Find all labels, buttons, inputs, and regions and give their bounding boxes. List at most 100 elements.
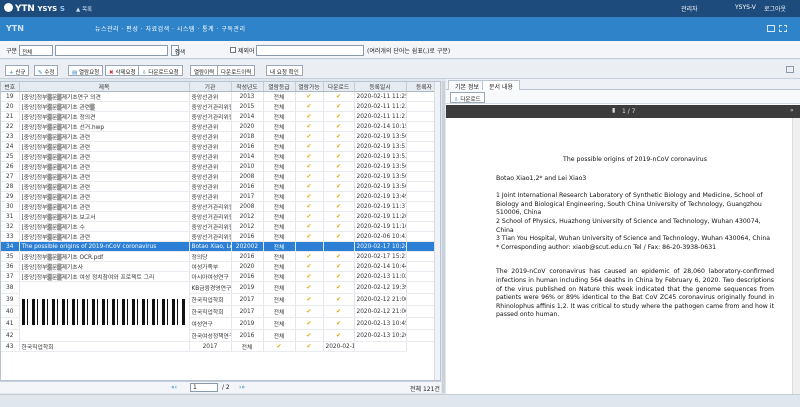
cell-year: 2019 — [231, 317, 264, 330]
download-history-button[interactable]: 다운로드이력 — [217, 65, 256, 76]
cell-dl: ✔ — [323, 231, 355, 242]
table-row[interactable]: 35 [중앙]정부▒문▒제기초 OCR.pdf 정의당 2016 전체 ✔ ✔ 2020-02… — [1, 251, 440, 262]
detail-tabs: 기본 정보 문서 내용 — [446, 79, 800, 91]
logout-button[interactable]: 로그아웃 — [764, 4, 786, 13]
user-button[interactable]: YSYS-V — [735, 4, 756, 11]
table-row[interactable]: 43한국직업학회2017전체 ✔ ✔ 2020-02-11 19:09:31 — [1, 341, 440, 352]
table-row[interactable]: 19 [중앙]정부▒문▒제기초연구 의견 중앙선관위 2013 전체 ✔ ✔ 2020-02-… — [1, 91, 440, 102]
cell-view: ✔ — [295, 131, 324, 142]
exclude-checkbox[interactable] — [230, 47, 236, 53]
table-row[interactable]: 20 [중앙]정부▒문▒제기초 관련▒ 중앙선거관리위원 2015 전체 ✔ ✔ 2020-0… — [1, 101, 440, 112]
tab-document-content[interactable]: 문서 내용 — [482, 80, 520, 91]
cell-view: ✔ — [295, 161, 324, 172]
column-header[interactable]: 등록일시 — [354, 82, 407, 92]
cell-year: 2014 — [231, 111, 264, 122]
cell-no: 30 — [1, 201, 20, 212]
check-icon: ✔ — [306, 143, 312, 150]
window-icon[interactable] — [767, 25, 775, 32]
panel-splitter[interactable] — [442, 81, 445, 393]
cell-view: ✔ — [295, 261, 324, 272]
grid-scrollbar[interactable] — [434, 82, 440, 380]
tab-basic-info[interactable]: 기본 정보 — [448, 80, 486, 91]
logo[interactable]: YTN YSYS S — [4, 3, 65, 14]
doc-title: The possible origins of 2019-nCoV corona… — [563, 156, 707, 163]
table-row[interactable]: 38KB금융경영연구소2019전체✔✔2020-02-12 19:39:42 — [1, 281, 440, 342]
cell-year: 2016 — [231, 251, 264, 262]
column-header[interactable]: 번호 — [1, 82, 20, 92]
cell-dl: ✔ — [323, 201, 355, 212]
cell-grade: 전체 — [263, 231, 296, 242]
nav-menu[interactable]: 뉴스관리 · 편성 · 자료검색 · 시스템 · 통계 · 구독관리 — [95, 24, 246, 33]
cell-no: 43 — [1, 341, 20, 352]
edit-button[interactable]: ✎ 수정 — [34, 65, 59, 76]
table-row[interactable]: 29 [중앙]정부▒문▒제기초 관련 중앙선관위 2017 전체 ✔ ✔ 2020-02-19… — [1, 191, 440, 202]
cell-dl: ✔ — [323, 171, 355, 182]
cell-no: 35 — [1, 251, 20, 262]
table-row[interactable]: 23 [중앙]정부▒문▒제기초 관련 중앙선관위 2018 전체 ✔ ✔ 2020-02-19… — [1, 131, 440, 142]
cell-org: 중앙선관위 — [189, 141, 232, 152]
column-header[interactable]: 작성년도 — [231, 82, 264, 92]
search-button[interactable]: ⌕ 검색 — [171, 45, 185, 56]
cell-title: [중앙]정부▒문▒제기초 관련▒ — [19, 101, 190, 112]
type-label: 구분 — [6, 48, 18, 55]
next-page-icon[interactable]: ›» — [239, 384, 245, 391]
pdf-scrollbar[interactable] — [792, 118, 800, 394]
table-row[interactable]: 24 [중앙]정부▒문▒제기초 관련 중앙선관위 2016 전체 ✔ ✔ 2020-02-19… — [1, 141, 440, 152]
table-row[interactable]: 36 [중앙]정부▒문▒제기초사 여성가족부 2020 전체 ✔ ✔ 2020-02-14 1… — [1, 261, 440, 272]
cell-no: 40 — [1, 305, 20, 318]
column-header[interactable]: 기관 — [189, 82, 232, 92]
table-row[interactable]: 21 [중앙]정부▒문▒제기초 정의견 중앙선거관리위원 2014 전체 ✔ ✔ 2020-0… — [1, 111, 440, 122]
cell-title: [중앙]정부▒문▒제기초 정의견 — [19, 111, 190, 122]
prev-page-icon[interactable]: «‹ — [171, 384, 177, 391]
cell-no: 21 — [1, 111, 20, 122]
table-row[interactable]: 25 [중앙]정부▒문▒제기초 관련 중앙선관위 2014 전체 ✔ ✔ 2020-02-19… — [1, 151, 440, 162]
detail-download-button[interactable]: ⇩ 다운로드 — [450, 92, 485, 103]
column-header[interactable]: 열람등급 — [263, 82, 296, 92]
table-row[interactable]: 31 [중앙]정부▒문▒제기초 보고서 중앙선거관리위원 2012 전체 ✔ ✔ 2020-0… — [1, 211, 440, 222]
pdf-prev-icon[interactable]: ▮ — [612, 107, 615, 114]
column-header[interactable]: 다운로드 — [323, 82, 355, 92]
cell-org: 한국직업학회 — [189, 305, 232, 318]
layout-icon[interactable] — [779, 25, 787, 32]
exclude-input[interactable] — [256, 45, 364, 56]
table-row[interactable]: 34 The possible origins of 2019-nCoV coro… — [1, 241, 440, 252]
table-row[interactable]: 28 [중앙]정부▒문▒제기초 관련 중앙선관위 2016 전체 ✔ ✔ 2020-02-19… — [1, 181, 440, 192]
check-icon: ✔ — [306, 296, 312, 303]
table-row[interactable]: 37 [중앙]정부▒문▒제기초 여성 정치참여와 프로젝트 그리 아시아여성연구 20… — [1, 271, 440, 282]
cell-grade: 전체 — [263, 271, 296, 282]
cell-view: ✔ — [295, 171, 324, 182]
column-header[interactable]: 열람가능 — [295, 82, 324, 92]
pdf-menu-icon[interactable]: » — [790, 107, 794, 114]
table-row[interactable]: 32 [중앙]정부▒문▒제기초 수 중앙선거관리위원 2012 전체 ✔ ✔ 2020-02-… — [1, 221, 440, 232]
search-input[interactable] — [55, 45, 168, 56]
column-header[interactable]: 제목 — [19, 82, 190, 92]
type-select[interactable]: 전체 — [19, 45, 53, 56]
table-row[interactable]: 33 [중앙]정부▒문▒제기초 관련 중앙선거관리위원 2016 전체 ✔ ✔ 2020-02… — [1, 231, 440, 242]
cell-grade: 전체 — [263, 211, 296, 222]
cell-title: The possible origins of 2019-nCoV corona… — [19, 241, 190, 252]
cell-grade: 전체 — [263, 241, 296, 252]
cell-grade: 전체 — [263, 293, 296, 306]
my-request-button[interactable]: 내 요청 확인 — [266, 65, 303, 76]
cell-org: KB금융경영연구소 — [189, 281, 232, 294]
cell-registrant — [354, 341, 407, 352]
cell-org: 중앙선관위 — [189, 151, 232, 162]
table-row[interactable]: 27 [중앙]정부▒문▒제기초 관련 중앙선관위 2008 전체 ✔ ✔ 2020-02-19… — [1, 171, 440, 182]
check-icon: ✔ — [306, 93, 312, 100]
view-request-button[interactable]: ▤ 열람요청 — [68, 65, 104, 76]
cell-view: ✔ — [295, 201, 324, 212]
table-row[interactable]: 26 [중앙]정부▒문▒제기초 관련 중앙선관위 2010 전체 ✔ ✔ 2020-02-19… — [1, 161, 440, 172]
search-bar: 구분 전체 ⌕ 검색 제외어 (여러개의 단어는 쉼표(,)로 구분) — [0, 41, 800, 59]
table-row[interactable]: 22 [중앙]정부▒문▒제기초 선거.hwp 중앙선관위 2020 전체 ✔ ✔ 2020-0… — [1, 121, 440, 132]
check-icon: ✔ — [306, 103, 312, 110]
download-request-button[interactable]: ⇩ 다운로드요청 — [138, 65, 183, 76]
check-icon: ✔ — [306, 173, 312, 180]
new-button[interactable]: + 신규 — [5, 65, 30, 76]
cell-view: ✔ — [295, 221, 324, 232]
table-row[interactable]: 30 [중앙]정부▒문▒제기초 관련 중앙선거관리위원 2008 전체 ✔ ✔ 2020-02… — [1, 201, 440, 212]
page-input[interactable]: 1 — [190, 383, 218, 392]
view-history-button[interactable]: 열람이력 — [190, 65, 219, 76]
check-icon: ✔ — [306, 308, 312, 315]
delete-request-button[interactable]: ✖ 삭제요청 — [105, 65, 140, 76]
panel-toggle-icon[interactable] — [786, 66, 794, 73]
